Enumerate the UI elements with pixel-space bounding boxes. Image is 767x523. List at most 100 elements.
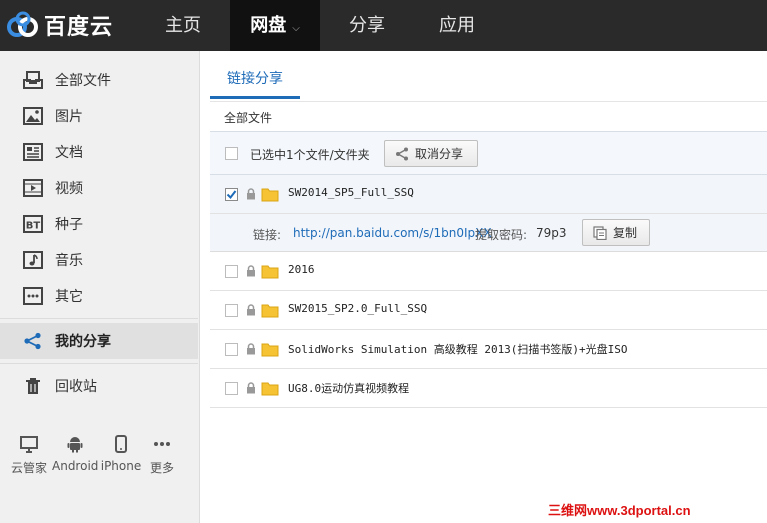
tab-link-share[interactable]: 链接分享	[210, 59, 300, 99]
android-icon	[52, 433, 98, 455]
ellipsis-icon	[144, 433, 180, 455]
folder-icon	[261, 382, 279, 396]
sidebar-item-label: 回收站	[55, 379, 97, 395]
lock-icon	[247, 343, 255, 355]
device-label: Android	[52, 459, 99, 473]
file-name[interactable]: SolidWorks Simulation 高级教程 2013(扫描书签版)+光…	[288, 341, 628, 357]
nav-apps[interactable]: 应用	[420, 0, 494, 51]
file-name[interactable]: SW2015_SP2.0_Full_SSQ	[288, 302, 427, 315]
selection-count-text: 已选中1个文件/文件夹	[250, 148, 370, 162]
monitor-icon	[8, 433, 50, 455]
sidebar-item-my-shares[interactable]: 我的分享	[0, 323, 198, 359]
svg-text:BT: BT	[26, 221, 41, 232]
share-link-url[interactable]: http://pan.baidu.com/s/1bn0IpXX	[293, 226, 492, 240]
cancel-share-label: 取消分享	[415, 147, 464, 161]
file-name[interactable]: UG8.0运动仿真视频教程	[288, 380, 409, 396]
file-row[interactable]: UG8.0运动仿真视频教程	[210, 369, 767, 408]
device-label: 云管家	[10, 461, 47, 475]
sidebar-item-label: 全部文件	[55, 73, 111, 89]
sidebar-item-label: 种子	[55, 217, 83, 233]
nav-home-label: 主页	[165, 15, 201, 36]
folder-icon	[261, 188, 279, 202]
device-more[interactable]: 更多	[144, 433, 180, 476]
checkmark-icon	[226, 190, 237, 200]
sidebar-item-documents[interactable]: 文档	[0, 134, 198, 170]
cloud-logo-icon	[7, 11, 38, 37]
copy-label: 复制	[613, 226, 638, 240]
file-name[interactable]: SW2014_SP5_Full_SSQ	[288, 186, 414, 199]
sidebar-item-music[interactable]: 音乐	[0, 242, 198, 278]
sidebar-item-label: 其它	[55, 289, 83, 305]
file-row[interactable]: SW2014_SP5_Full_SSQ	[210, 175, 767, 214]
tab-divider	[210, 101, 767, 102]
nav-netdisk[interactable]: 网盘 ⌵	[230, 0, 320, 51]
iphone-icon	[100, 433, 142, 455]
chevron-down-icon: ⌵	[292, 23, 300, 34]
lock-icon	[247, 382, 255, 394]
file-row[interactable]: SW2015_SP2.0_Full_SSQ	[210, 291, 767, 330]
file-tray-icon	[22, 69, 44, 91]
main-content: 链接分享 全部文件 已选中1个文件/文件夹 取消分享 SW2014_SP5_Fu…	[200, 51, 767, 523]
nav-share-label: 分享	[349, 15, 385, 36]
sidebar-item-label: 文档	[55, 145, 83, 161]
copy-icon	[593, 225, 607, 240]
nav-apps-label: 应用	[439, 15, 475, 36]
sidebar-item-label: 图片	[55, 109, 83, 125]
trash-icon	[22, 375, 44, 397]
file-row[interactable]: 2016	[210, 252, 767, 291]
lock-icon	[247, 265, 255, 277]
more-icon	[22, 285, 44, 307]
music-icon	[22, 249, 44, 271]
share-link-row: 链接: http://pan.baidu.com/s/1bn0IpXX 提取密码…	[210, 214, 767, 252]
row-checkbox[interactable]	[225, 343, 238, 356]
nav-share[interactable]: 分享	[330, 0, 404, 51]
row-checkbox[interactable]	[225, 382, 238, 395]
password-value: 79p3	[536, 226, 567, 240]
lock-icon	[247, 304, 255, 316]
document-icon	[22, 141, 44, 163]
link-label: 链接:	[253, 228, 282, 242]
sidebar-item-label: 音乐	[55, 253, 83, 269]
select-all-checkbox[interactable]	[225, 147, 238, 160]
folder-icon	[261, 343, 279, 357]
watermark-text: 三维网www.3dportal.cn	[548, 503, 691, 518]
nav-home[interactable]: 主页	[146, 0, 220, 51]
bt-icon: BT	[22, 213, 44, 235]
sidebar-item-label: 视频	[55, 181, 83, 197]
folder-icon	[261, 265, 279, 279]
sidebar: 全部文件 图片 文档 视频 BT 种子 音乐 其它 我的分享 回收站 云管家 A…	[0, 51, 200, 523]
lock-icon	[247, 188, 255, 200]
sidebar-item-all-files[interactable]: 全部文件	[0, 62, 198, 98]
sidebar-divider	[0, 363, 198, 364]
sidebar-item-images[interactable]: 图片	[0, 98, 198, 134]
device-label: iPhone	[100, 459, 142, 473]
row-checkbox[interactable]	[225, 304, 238, 317]
share-icon	[395, 147, 409, 161]
folder-icon	[261, 304, 279, 318]
sidebar-item-recycle-bin[interactable]: 回收站	[0, 368, 198, 404]
device-android[interactable]: Android	[52, 433, 98, 473]
row-checkbox[interactable]	[225, 188, 238, 201]
copy-button[interactable]: 复制	[582, 219, 650, 246]
video-icon	[22, 177, 44, 199]
breadcrumb[interactable]: 全部文件	[224, 109, 272, 126]
logo-text: 百度云	[44, 15, 114, 40]
sidebar-item-torrents[interactable]: BT 种子	[0, 206, 198, 242]
nav-netdisk-label: 网盘	[250, 15, 287, 36]
row-checkbox[interactable]	[225, 265, 238, 278]
device-iphone[interactable]: iPhone	[100, 433, 142, 473]
sidebar-item-label: 我的分享	[55, 334, 111, 350]
sidebar-item-videos[interactable]: 视频	[0, 170, 198, 206]
device-cloud-manager[interactable]: 云管家	[8, 433, 50, 476]
sidebar-item-other[interactable]: 其它	[0, 278, 198, 314]
sidebar-divider	[0, 318, 198, 319]
password-label: 提取密码:	[475, 228, 528, 242]
file-name[interactable]: 2016	[288, 263, 315, 276]
file-row[interactable]: SolidWorks Simulation 高级教程 2013(扫描书签版)+光…	[210, 330, 767, 369]
top-navbar: 百度云 主页 网盘 ⌵ 分享 应用	[0, 0, 767, 51]
share-icon	[22, 330, 44, 352]
baidu-cloud-logo[interactable]: 百度云	[6, 9, 113, 41]
cancel-share-button[interactable]: 取消分享	[384, 140, 478, 167]
image-icon	[22, 105, 44, 127]
device-label: 更多	[149, 461, 174, 475]
